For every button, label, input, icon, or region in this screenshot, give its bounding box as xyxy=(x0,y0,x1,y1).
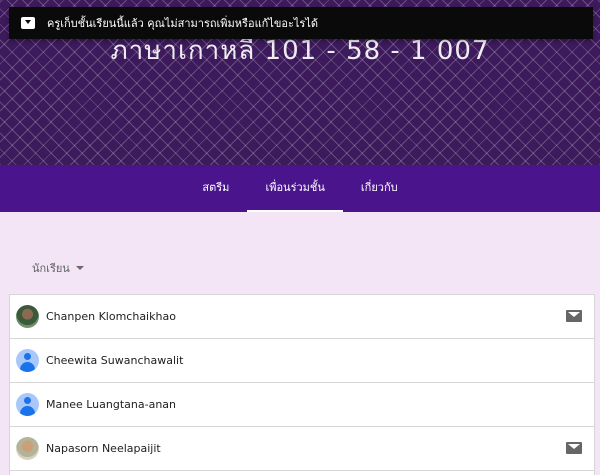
avatar xyxy=(16,437,39,460)
role-filter-dropdown[interactable]: นักเรียน xyxy=(32,259,84,277)
class-tabs: สตรีม เพื่อนร่วมชั้น เกี่ยวกับ xyxy=(0,165,600,212)
tab-about[interactable]: เกี่ยวกับ xyxy=(343,165,416,212)
email-icon[interactable] xyxy=(566,310,582,322)
student-name: Chanpen Klomchaikhao xyxy=(46,310,176,323)
student-list: Chanpen Klomchaikhao Cheewita Suwanchawa… xyxy=(9,294,595,475)
avatar xyxy=(16,305,39,328)
list-item[interactable]: Cheewita Suwanchawalit xyxy=(10,339,594,383)
toast-message: ครูเก็บชั้นเรียนนี้แล้ว คุณไม่สามารถเพิ่… xyxy=(47,17,319,30)
student-name: Napasorn Neelapaijit xyxy=(46,442,161,455)
list-item[interactable]: Napasorn Neelapaijit xyxy=(10,427,594,471)
avatar xyxy=(16,393,39,416)
tab-stream[interactable]: สตรีม xyxy=(184,165,247,212)
role-filter-label: นักเรียน xyxy=(32,262,70,275)
archived-notice-toast: ครูเก็บชั้นเรียนนี้แล้ว คุณไม่สามารถเพิ่… xyxy=(9,7,593,39)
avatar xyxy=(16,349,39,372)
student-name: Cheewita Suwanchawalit xyxy=(46,354,184,367)
tab-classmates[interactable]: เพื่อนร่วมชั้น xyxy=(247,165,343,212)
list-item[interactable]: Chanpen Klomchaikhao xyxy=(10,295,594,339)
student-name: Manee Luangtana-anan xyxy=(46,398,176,411)
list-item[interactable]: Manee Luangtana-anan xyxy=(10,383,594,427)
chevron-down-icon xyxy=(75,266,84,270)
email-icon[interactable] xyxy=(566,442,582,454)
archive-icon xyxy=(21,17,35,29)
